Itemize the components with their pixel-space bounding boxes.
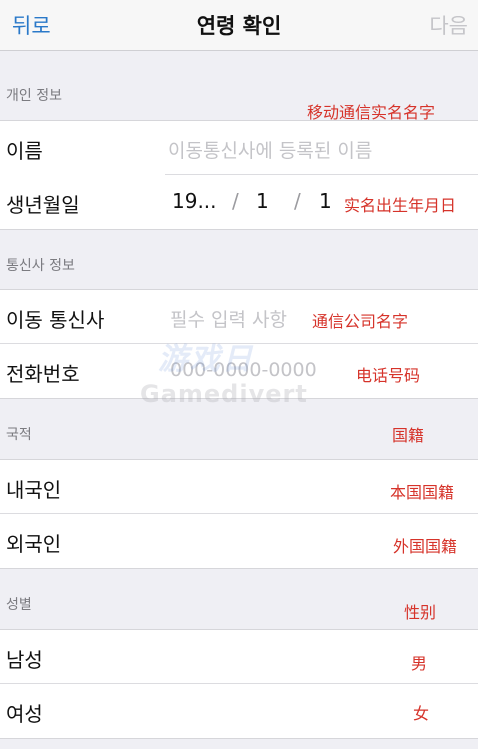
- section-header-personal: 개인 정보 移动通信实名名字: [0, 50, 478, 122]
- annotation-carrier: 通信公司名字: [312, 312, 409, 331]
- carrier-row[interactable]: 이동 통신사 필수 입력 사항 通信公司名字: [0, 290, 478, 344]
- section-label-gender: 성별: [6, 597, 32, 613]
- nationality-option-domestic[interactable]: 내국인 本国国籍: [0, 460, 478, 514]
- option-label: 여성: [6, 702, 43, 726]
- nationality-group: 내국인 本国国籍 외국인 外国国籍: [0, 459, 478, 569]
- navigation-bar: 뒤로 연령 확인 다음: [0, 0, 478, 51]
- section-label-carrier: 통신사 정보: [6, 258, 75, 274]
- phone-input[interactable]: 000-0000-0000: [170, 359, 317, 381]
- gender-option-female[interactable]: 여성 女: [0, 684, 478, 738]
- section-label-nationality: 국적: [6, 427, 32, 443]
- birth-year-field[interactable]: 19...: [172, 189, 217, 213]
- nationality-option-foreign[interactable]: 외국인 外国国籍: [0, 514, 478, 568]
- personal-info-group: 이름 이동통신사에 등록된 이름 생년월일 19... / 1 / 1 实名出生…: [0, 120, 478, 230]
- annotation-foreign: 外国国籍: [393, 537, 458, 556]
- option-label: 외국인: [6, 532, 62, 556]
- annotation-phone: 电话号码: [356, 366, 421, 385]
- name-input[interactable]: 이동통신사에 등록된 이름: [168, 136, 372, 163]
- option-label: 내국인: [6, 478, 62, 502]
- date-separator: /: [232, 189, 239, 213]
- section-header-carrier: 통신사 정보: [0, 229, 478, 289]
- date-separator: /: [294, 189, 301, 213]
- section-header-nationality: 국적 国籍: [0, 398, 478, 459]
- next-button[interactable]: 다음: [429, 10, 468, 40]
- section-label-personal: 개인 정보: [6, 88, 62, 104]
- birth-month-field[interactable]: 1: [256, 189, 269, 213]
- carrier-label: 이동 통신사: [6, 308, 105, 332]
- annotation-domestic: 本国国籍: [390, 483, 455, 502]
- carrier-info-group: 이동 통신사 필수 입력 사항 通信公司名字 전화번호 000-0000-000…: [0, 289, 478, 399]
- phone-row[interactable]: 전화번호 000-0000-0000 电话号码: [0, 344, 478, 398]
- birth-date-row[interactable]: 생년월일 19... / 1 / 1 实名出生年月日: [0, 175, 478, 229]
- annotation-nationality: 国籍: [392, 426, 425, 445]
- annotation-birth-date: 实名出生年月日: [344, 196, 457, 215]
- carrier-input[interactable]: 필수 입력 사항: [170, 305, 287, 332]
- name-row[interactable]: 이름 이동통신사에 등록된 이름: [0, 121, 478, 175]
- gender-option-male[interactable]: 남성 男: [0, 630, 478, 684]
- birth-date-label: 생년월일: [6, 193, 80, 217]
- name-label: 이름: [6, 139, 43, 163]
- page-title: 연령 확인: [196, 14, 282, 38]
- annotation-male: 男: [411, 654, 428, 673]
- annotation-female: 女: [413, 704, 430, 723]
- section-header-gender: 성별 性别: [0, 568, 478, 629]
- gender-group: 남성 男 여성 女: [0, 629, 478, 739]
- birth-day-field[interactable]: 1: [319, 189, 332, 213]
- annotation-gender: 性别: [404, 603, 437, 622]
- option-label: 남성: [6, 648, 43, 672]
- phone-label: 전화번호: [6, 362, 80, 386]
